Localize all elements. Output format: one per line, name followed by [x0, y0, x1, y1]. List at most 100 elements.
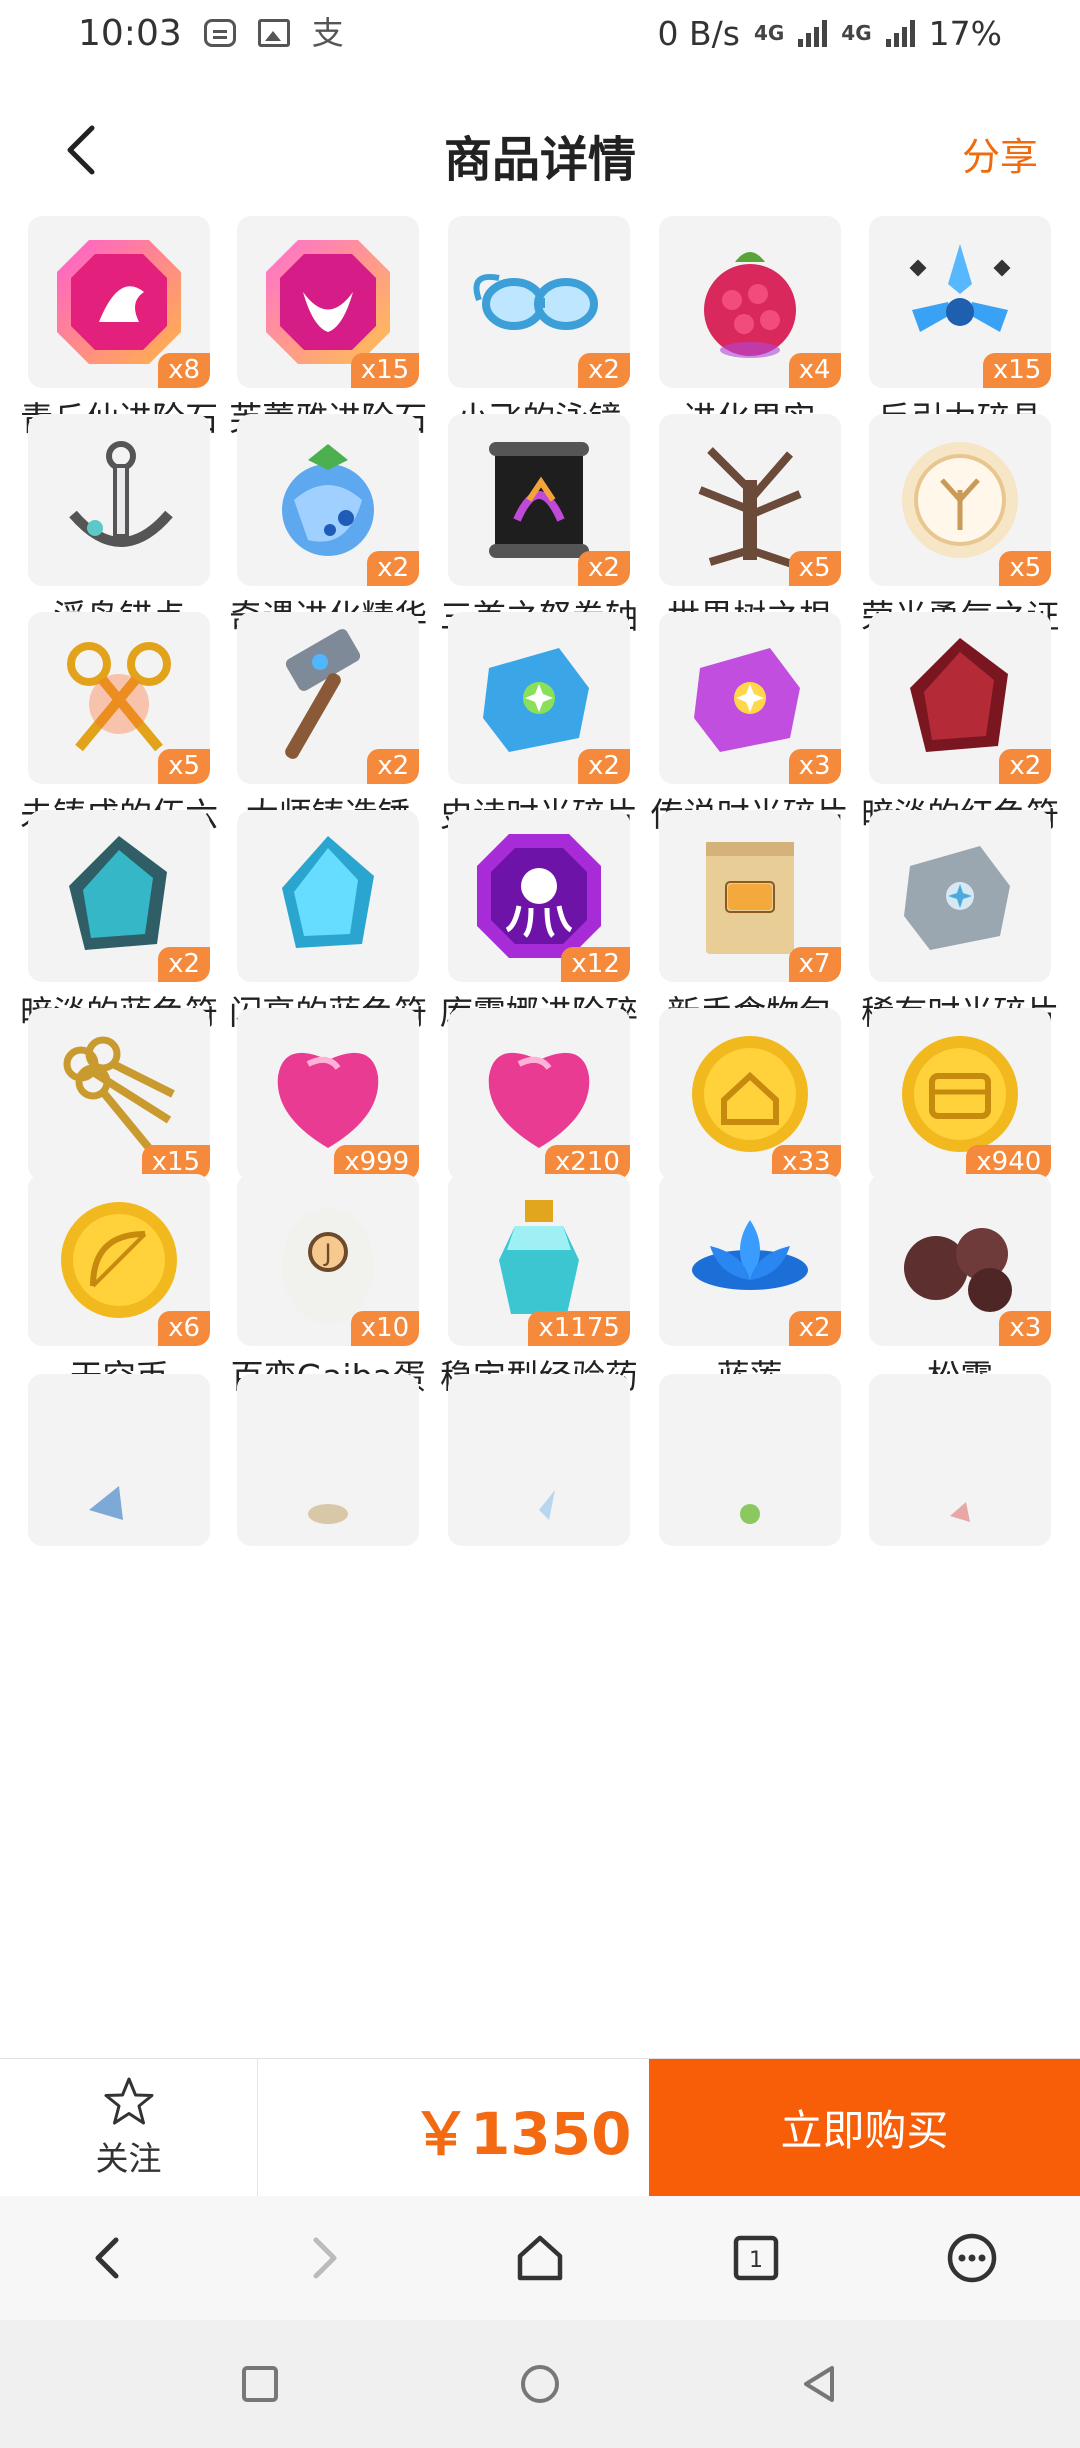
quantity-badge: x4: [788, 353, 841, 388]
product-item[interactable]: [223, 1374, 433, 1546]
product-item[interactable]: [14, 1374, 224, 1546]
follow-button[interactable]: 关注: [0, 2059, 258, 2196]
browser-menu-button[interactable]: [864, 2196, 1080, 2320]
product-item[interactable]: x5荣光勇气之证: [855, 414, 1065, 642]
price: ￥1350: [412, 2100, 632, 2168]
scroll-icon: [488, 442, 589, 558]
system-nav-bar: [0, 2320, 1080, 2448]
network-type-2: 4G: [841, 21, 872, 45]
product-item[interactable]: x2史诗时光碎片: [434, 612, 644, 840]
item-thumbnail: x5: [869, 414, 1052, 586]
tabs-icon: 1: [733, 2235, 779, 2281]
star-icon: [104, 2077, 153, 2124]
item-thumbnail: x999: [237, 1008, 420, 1180]
quantity-badge: x2: [577, 749, 630, 784]
quantity-badge: x15: [350, 353, 420, 388]
item-thumbnail: x3: [658, 612, 841, 784]
item-thumbnail: x8: [28, 216, 211, 388]
item-thumbnail: x2: [447, 612, 630, 784]
browser-tabs-button[interactable]: 1: [648, 2196, 864, 2320]
item-thumbnail: x5: [658, 414, 841, 586]
share-button[interactable]: 分享: [962, 126, 1038, 181]
browser-toolbar: 1: [0, 2196, 1080, 2320]
item-thumbnail: [658, 1374, 841, 1546]
item-thumbnail: x2: [658, 1174, 841, 1346]
item-thumbnail: x15: [869, 216, 1052, 388]
item-thumbnail: [869, 810, 1052, 982]
product-item[interactable]: x4进化果实: [645, 216, 855, 444]
pink-heart-icon: [277, 1052, 379, 1148]
pink-heart-icon: [488, 1052, 590, 1148]
product-item[interactable]: x15芙蕾雅进阶石: [223, 216, 433, 444]
item-thumbnail: x940: [869, 1008, 1052, 1180]
quantity-badge: x7: [788, 947, 841, 982]
product-item[interactable]: x2奇遇进化精华: [223, 414, 433, 642]
browser-back-button[interactable]: [0, 2196, 216, 2320]
product-item[interactable]: [645, 1374, 855, 1546]
message-icon: [203, 19, 236, 47]
status-bar: 10:03 支 0 B/s 4G 4G 17%: [0, 0, 1080, 66]
quantity-badge: x3: [999, 1311, 1052, 1346]
item-thumbnail: x4: [658, 216, 841, 388]
scissors-icon: [67, 642, 172, 752]
item-thumbnail: x2: [869, 612, 1052, 784]
pink-gem-phoenix-icon: [57, 240, 182, 364]
network-type-1: 4G: [753, 21, 785, 45]
purple-puzzle-icon: [693, 648, 800, 752]
blue-crystal-cluster-icon: [909, 244, 1011, 332]
home-circle-icon[interactable]: [518, 2362, 562, 2406]
tab-count: 1: [749, 2248, 763, 2273]
status-time: 10:03: [78, 12, 182, 54]
quantity-badge: x2: [367, 551, 420, 586]
product-item[interactable]: Jx10百变Gaiba蛋: [223, 1174, 433, 1402]
signal-icon: [798, 19, 828, 47]
anchor-icon: [69, 441, 173, 547]
follow-label: 关注: [95, 2138, 162, 2178]
item-thumbnail: x33: [658, 1008, 841, 1180]
product-item[interactable]: x15反引力碎晶: [855, 216, 1065, 444]
blue-berry-essence-icon: [282, 444, 375, 556]
gray-puzzle-icon: [904, 846, 1011, 950]
product-item[interactable]: x7新手食物包: [645, 810, 855, 1038]
product-item[interactable]: 稀有时光碎片: [855, 810, 1065, 1038]
quantity-badge: x3: [788, 749, 841, 784]
quantity-badge: x5: [999, 551, 1052, 586]
item-thumbnail: x15: [28, 1008, 211, 1180]
item-thumbnail: Jx10: [237, 1174, 420, 1346]
browser-forward-button[interactable]: [216, 2196, 432, 2320]
product-item[interactable]: x2三首之怒卷轴: [434, 414, 644, 642]
product-item[interactable]: x2蓝莲: [645, 1174, 855, 1402]
product-item[interactable]: x2大师铸造锤: [223, 612, 433, 840]
product-item[interactable]: x3松露: [855, 1174, 1065, 1402]
coin-home-icon: [691, 1036, 808, 1152]
product-item[interactable]: 浮岛锚点: [14, 414, 224, 642]
product-item[interactable]: [434, 1374, 644, 1546]
product-item[interactable]: x8青丘仙进阶石: [14, 216, 224, 444]
recent-apps-icon[interactable]: [238, 2362, 282, 2406]
buy-now-button[interactable]: 立即购买: [649, 2059, 1080, 2196]
arrow-left-icon: [95, 2237, 119, 2279]
item-grid[interactable]: x8青丘仙进阶石x15芙蕾雅进阶石x2小飞的泳镜x4进化果实x15反引力碎晶浮岛…: [0, 216, 1080, 2058]
product-item[interactable]: x6天空币: [14, 1174, 224, 1402]
browser-home-button[interactable]: [432, 2196, 648, 2320]
gold-keys-icon: [63, 1036, 175, 1151]
back-triangle-icon[interactable]: [798, 2362, 842, 2406]
alipay-icon: 支: [311, 14, 344, 52]
partial-5-icon: [950, 1502, 971, 1522]
quantity-badge: x6: [158, 1311, 211, 1346]
product-item[interactable]: x2小飞的泳镜: [434, 216, 644, 444]
product-item[interactable]: [855, 1374, 1065, 1546]
hammer-icon: [285, 629, 361, 759]
item-thumbnail: x15: [237, 216, 420, 388]
red-rune-icon: [910, 638, 1009, 752]
quantity-badge: x2: [158, 947, 211, 982]
product-item[interactable]: x5世界树之根: [645, 414, 855, 642]
coin-bow-icon: [61, 1202, 178, 1318]
quantity-badge: x2: [367, 749, 420, 784]
purple-gem-octopus-icon: [476, 834, 601, 958]
product-item[interactable]: x3传说时光碎片: [645, 612, 855, 840]
quantity-badge: x1175: [528, 1311, 630, 1346]
item-thumbnail: [237, 810, 420, 982]
quantity-badge: x5: [158, 749, 211, 784]
quantity-badge: x12: [561, 947, 630, 982]
